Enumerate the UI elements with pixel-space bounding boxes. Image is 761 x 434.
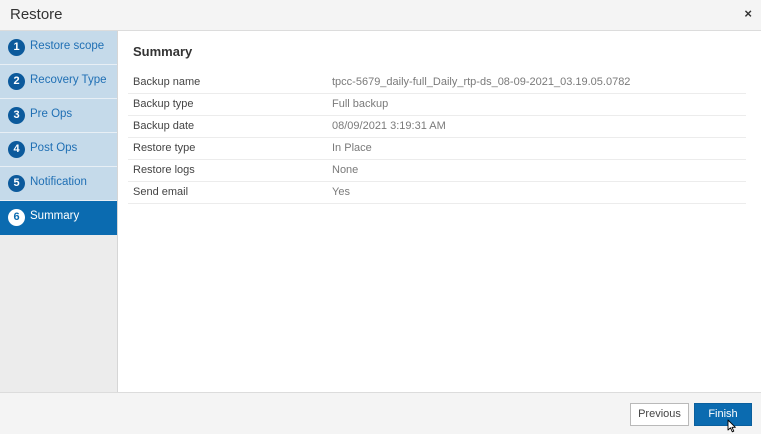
dialog-footer: Previous Finish	[0, 392, 761, 434]
summary-value: None	[332, 164, 359, 176]
summary-row: Backup name tpcc-5679_daily-full_Daily_r…	[128, 72, 746, 94]
summary-row: Send email Yes	[128, 182, 746, 204]
step-number: 3	[8, 107, 25, 124]
restore-dialog: Restore × 1 Restore scope 2 Recovery Typ…	[0, 0, 761, 434]
close-icon[interactable]: ×	[744, 6, 752, 22]
step-notification[interactable]: 5 Notification	[0, 167, 117, 201]
summary-value: tpcc-5679_daily-full_Daily_rtp-ds_08-09-…	[332, 76, 631, 88]
step-label: Post Ops	[30, 142, 78, 154]
step-pre-ops[interactable]: 3 Pre Ops	[0, 99, 117, 133]
summary-row: Restore logs None	[128, 160, 746, 182]
summary-key: Backup date	[133, 120, 195, 132]
summary-value: In Place	[332, 142, 372, 154]
summary-row: Backup date 08/09/2021 3:19:31 AM	[128, 116, 746, 138]
summary-key: Send email	[133, 186, 189, 198]
step-number: 6	[8, 209, 25, 226]
summary-row: Restore type In Place	[128, 138, 746, 160]
step-summary[interactable]: 6 Summary	[0, 201, 117, 235]
step-label: Restore scope	[30, 40, 105, 52]
previous-button[interactable]: Previous	[630, 403, 689, 426]
step-post-ops[interactable]: 4 Post Ops	[0, 133, 117, 167]
step-label: Summary	[30, 210, 80, 222]
summary-panel: Summary Backup name tpcc-5679_daily-full…	[118, 31, 761, 392]
summary-title: Summary	[133, 44, 193, 59]
summary-row: Backup type Full backup	[128, 94, 746, 116]
mouse-pointer-icon	[727, 419, 736, 433]
dialog-titlebar: Restore ×	[0, 0, 761, 31]
wizard-steps: 1 Restore scope 2 Recovery Type 3 Pre Op…	[0, 31, 118, 392]
step-label: Notification	[30, 176, 87, 188]
step-number: 5	[8, 175, 25, 192]
summary-value: Yes	[332, 186, 350, 198]
summary-key: Restore type	[133, 142, 196, 154]
step-number: 2	[8, 73, 25, 90]
step-label: Recovery Type	[30, 74, 107, 86]
dialog-title: Restore	[10, 6, 63, 23]
summary-key: Backup type	[133, 98, 194, 110]
step-number: 1	[8, 39, 25, 56]
finish-button[interactable]: Finish	[694, 403, 752, 426]
summary-key: Backup name	[133, 76, 201, 88]
summary-table: Backup name tpcc-5679_daily-full_Daily_r…	[128, 72, 746, 204]
step-number: 4	[8, 141, 25, 158]
step-recovery-type[interactable]: 2 Recovery Type	[0, 65, 117, 99]
summary-key: Restore logs	[133, 164, 195, 176]
summary-value: Full backup	[332, 98, 389, 110]
summary-value: 08/09/2021 3:19:31 AM	[332, 120, 446, 132]
step-label: Pre Ops	[30, 108, 73, 120]
step-restore-scope[interactable]: 1 Restore scope	[0, 31, 117, 65]
